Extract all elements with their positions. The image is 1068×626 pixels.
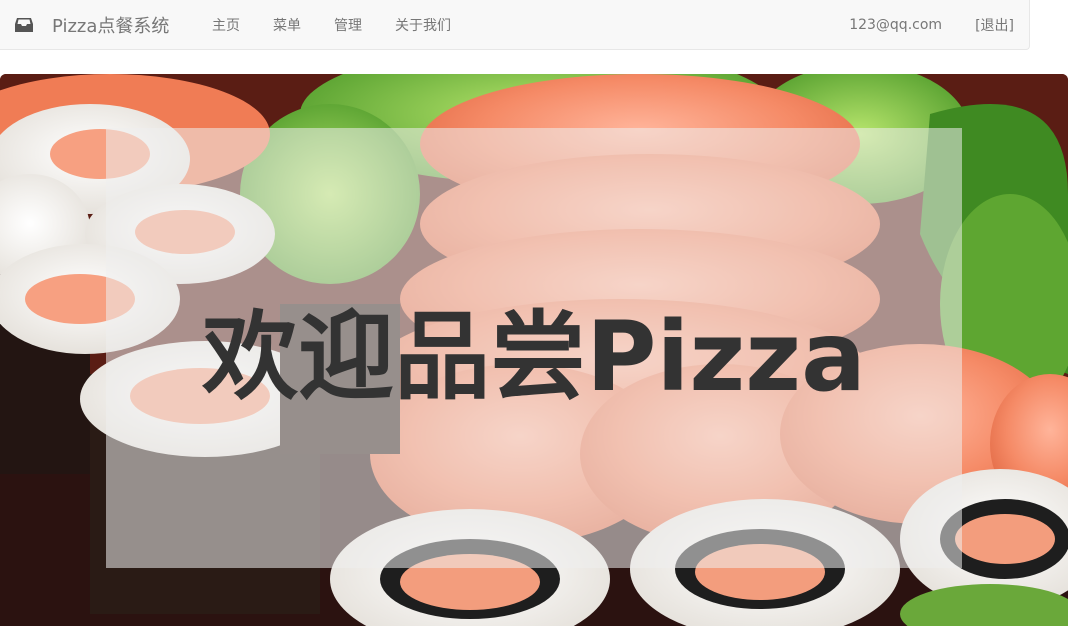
- brand-title: Pizza点餐系统: [52, 16, 170, 37]
- nav-about-link[interactable]: 关于我们: [395, 15, 451, 35]
- brand-link[interactable]: Pizza点餐系统: [14, 0, 169, 50]
- nav-home-link[interactable]: 主页: [212, 15, 240, 35]
- hero-title: 欢迎品尝Pizza: [202, 300, 866, 413]
- logout-link[interactable]: [退出]: [975, 15, 1014, 35]
- user-email-link[interactable]: 123@qq.com: [849, 17, 942, 33]
- navbar: Pizza点餐系统 主页 菜单 管理 关于我们 123@qq.com [退出]: [0, 0, 1030, 50]
- nav-user-area: 123@qq.com [退出]: [849, 0, 1014, 50]
- hero-jumbotron: 欢迎品尝Pizza: [0, 74, 1068, 626]
- nav-menu-link[interactable]: 菜单: [273, 15, 301, 35]
- nav-manage-link[interactable]: 管理: [334, 15, 362, 35]
- inbox-icon: [15, 18, 33, 32]
- nav-menu: 主页 菜单 管理 关于我们: [212, 0, 484, 50]
- hero-overlay: 欢迎品尝Pizza: [106, 128, 962, 568]
